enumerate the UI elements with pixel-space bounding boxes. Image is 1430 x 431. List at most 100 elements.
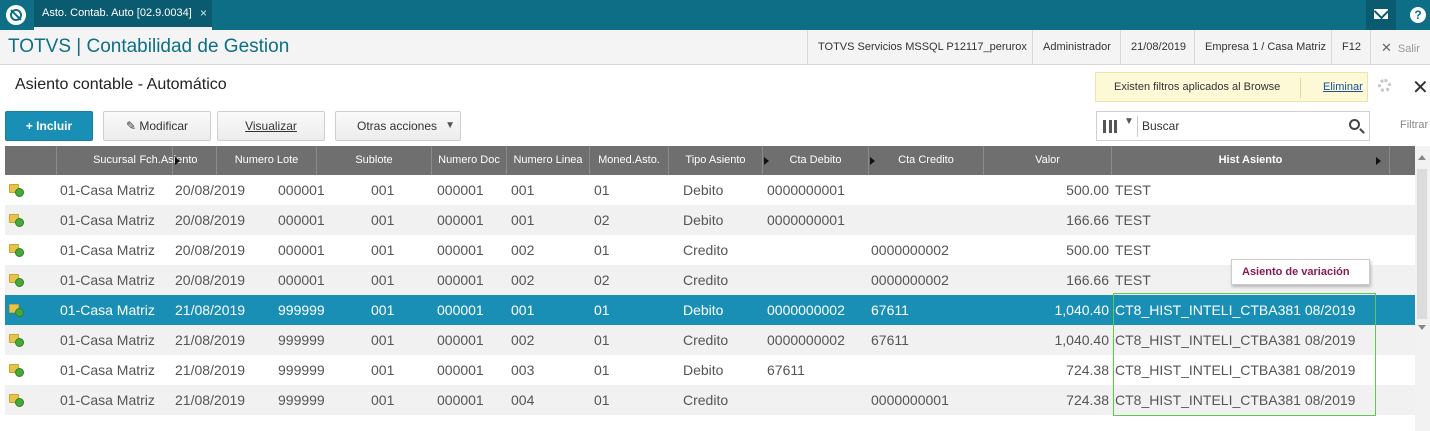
shortcut-info[interactable]: F12 — [1331, 30, 1371, 65]
scroll-up-icon[interactable] — [1418, 155, 1426, 160]
cell-numero-lote: 999999 — [278, 362, 325, 378]
gear-icon[interactable] — [1378, 79, 1391, 92]
include-label: Incluir — [36, 119, 73, 133]
variation-tooltip: Asiento de variación — [1231, 259, 1370, 285]
cell-hist-asiento: CT8_HIST_INTELI_CTBA381 08/2019 — [1115, 302, 1356, 318]
cell-tipo-asiento: Credito — [683, 332, 729, 348]
cell-numero-lote: 999999 — [278, 302, 325, 318]
cell-moned-asto: 01 — [594, 362, 610, 378]
cell-cta-debito — [767, 385, 867, 415]
table-row[interactable]: 01-Casa Matriz 21/08/2019 999999 001 000001 0… — [5, 325, 1415, 355]
cell-cta-debito: 0000000002 — [767, 332, 845, 348]
column-header-moned-asto[interactable]: Moned.Asto. — [590, 146, 669, 175]
sort-arrow-icon[interactable] — [764, 157, 769, 165]
view-button[interactable]: Visualizar — [217, 111, 325, 141]
cell-valor: 166.66 — [1066, 212, 1109, 228]
cell-valor: 724.38 — [1066, 392, 1109, 408]
scroll-down-icon[interactable] — [1418, 325, 1426, 330]
cell-sublote: 001 — [371, 242, 395, 258]
other-actions-button[interactable]: Otras acciones ▼ — [335, 111, 461, 141]
cell-numero-doc: 000001 — [437, 302, 484, 318]
cell-fch-asiento: 20/08/2019 — [175, 182, 246, 198]
help-icon[interactable]: ? — [1410, 7, 1426, 23]
cell-cta-debito: 67611 — [767, 362, 805, 378]
close-view-icon[interactable]: ✕ — [1412, 75, 1429, 100]
cell-cta-credito: 0000000001 — [871, 392, 949, 408]
cell-numero-doc: 000001 — [437, 332, 484, 348]
table-row[interactable]: 01-Casa Matriz 21/08/2019 999999 001 000001 0… — [5, 295, 1415, 325]
tab-close-icon[interactable]: × — [200, 0, 207, 26]
sort-arrow-icon[interactable] — [870, 157, 875, 165]
column-header-numero-doc[interactable]: Numero Doc — [432, 146, 507, 175]
cell-numero-linea: 002 — [511, 242, 535, 258]
cell-sublote: 001 — [371, 362, 395, 378]
exit-button[interactable]: ✕ Salir — [1370, 30, 1430, 65]
column-header-valor[interactable]: Valor — [984, 146, 1112, 175]
vertical-scrollbar[interactable] — [1415, 146, 1430, 431]
cell-numero-doc: 000001 — [437, 242, 484, 258]
remove-filter-link[interactable]: Eliminar — [1323, 81, 1363, 93]
cell-cta-debito: 0000000002 — [767, 302, 845, 318]
cell-hist-asiento: TEST — [1115, 182, 1151, 198]
cell-sublote: 001 — [371, 212, 395, 228]
cell-tipo-asiento: Debito — [683, 362, 724, 378]
cell-sucursal: 01-Casa Matriz — [60, 302, 155, 318]
cell-cta-credito — [871, 205, 981, 235]
table-row[interactable]: 01-Casa Matriz 20/08/2019 000001 001 000001 0… — [5, 205, 1415, 235]
cell-tipo-asiento: Credito — [683, 272, 729, 288]
cell-cta-credito: 67611 — [871, 332, 909, 348]
cell-numero-doc: 000001 — [437, 272, 484, 288]
table-row[interactable]: 01-Casa Matriz 20/08/2019 000001 001 000001 0… — [5, 175, 1415, 205]
cell-sucursal: 01-Casa Matriz — [60, 212, 155, 228]
scroll-thumb[interactable] — [1417, 169, 1427, 319]
modify-button[interactable]: ✎ Modificar — [103, 111, 211, 141]
cell-numero-lote: 999999 — [278, 392, 325, 408]
column-header-numero-lote[interactable]: Numero Lote — [217, 146, 317, 175]
column-header-cta-credito[interactable]: Cta Credito — [869, 146, 984, 175]
column-header-tipo-asiento[interactable]: Tipo Asiento — [669, 146, 763, 175]
cell-cta-credito: 67611 — [871, 302, 909, 318]
column-header-status[interactable] — [5, 146, 57, 175]
table-row[interactable]: 01-Casa Matriz 20/08/2019 000001 001 000001 0… — [5, 235, 1415, 265]
column-header-numero-linea[interactable]: Numero Linea — [507, 146, 590, 175]
column-header-hist-asiento[interactable]: Hist Asiento — [1112, 146, 1390, 175]
totvs-logo-icon[interactable] — [6, 5, 26, 25]
folder-status-icon — [9, 244, 24, 257]
folder-status-icon — [9, 304, 24, 317]
column-header-fch-asiento[interactable]: Fch.Asiento — [121, 146, 217, 175]
chevron-down-icon[interactable]: ▼ — [1124, 116, 1134, 127]
sort-arrow-icon[interactable] — [1376, 157, 1381, 165]
tab-label: Asto. Contab. Auto [02.9.0034] — [42, 7, 192, 19]
cell-numero-lote: 000001 — [278, 242, 325, 258]
mail-button[interactable] — [1366, 0, 1396, 30]
cell-sublote: 001 — [371, 392, 395, 408]
top-bar: Asto. Contab. Auto [02.9.0034] × ? — [0, 0, 1430, 30]
table-row[interactable]: 01-Casa Matriz 21/08/2019 999999 001 000001 0… — [5, 355, 1415, 385]
search-input[interactable] — [1142, 117, 1342, 135]
cell-numero-doc: 000001 — [437, 362, 484, 378]
other-actions-label: Otras acciones — [357, 119, 438, 133]
columns-icon[interactable] — [1103, 120, 1117, 133]
column-header-cta-debito[interactable]: Cta Debito — [763, 146, 869, 175]
column-header-sublote[interactable]: Sublote — [317, 146, 432, 175]
cell-tipo-asiento: Credito — [683, 392, 729, 408]
sort-arrow-icon[interactable] — [175, 157, 180, 165]
include-button[interactable]: + Incluir — [5, 111, 93, 141]
cell-cta-credito — [871, 355, 981, 385]
table-row[interactable]: 01-Casa Matriz 20/08/2019 000001 001 000001 0… — [5, 265, 1415, 295]
cell-numero-lote: 000001 — [278, 272, 325, 288]
company-info[interactable]: Empresa 1 / Casa Matriz — [1194, 30, 1336, 65]
tab-asto-contab-auto[interactable]: Asto. Contab. Auto [02.9.0034] × — [34, 0, 212, 30]
cell-moned-asto: 02 — [594, 212, 610, 228]
search-icon[interactable] — [1349, 119, 1360, 130]
cell-sucursal: 01-Casa Matriz — [60, 272, 155, 288]
filter-link[interactable]: Filtrar — [1400, 119, 1428, 131]
close-icon: ✕ — [1381, 40, 1392, 55]
cell-fch-asiento: 21/08/2019 — [175, 362, 246, 378]
cell-numero-linea: 004 — [511, 392, 535, 408]
cell-fch-asiento: 21/08/2019 — [175, 392, 246, 408]
table-row[interactable]: 01-Casa Matriz 21/08/2019 999999 001 000001 0… — [5, 385, 1415, 415]
cell-fch-asiento: 20/08/2019 — [175, 272, 246, 288]
folder-status-icon — [9, 274, 24, 287]
folder-status-icon — [9, 184, 24, 197]
